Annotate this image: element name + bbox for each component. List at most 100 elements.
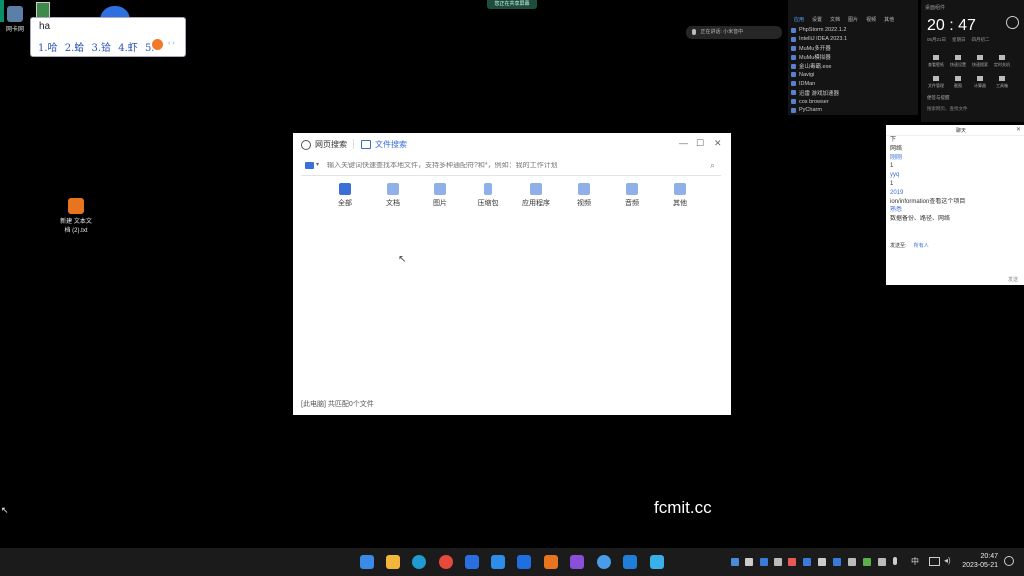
category-docs[interactable]: 文档 xyxy=(373,183,413,208)
desktop-icon-txt[interactable]: 新建 文本文 档 (2).txt xyxy=(56,198,96,234)
feishu-icon[interactable] xyxy=(465,555,479,569)
notification-icon[interactable] xyxy=(1004,556,1014,566)
taskbar-clock[interactable]: 20:47 2023-05-21 xyxy=(962,552,998,570)
language-indicator[interactable]: 中 xyxy=(911,556,919,567)
tab-web-search[interactable]: 网页搜索 xyxy=(301,139,347,150)
search-icon[interactable]: ⌕ xyxy=(710,160,715,171)
network-icon[interactable] xyxy=(929,557,940,566)
shortcut-item[interactable]: 查看壁纸 xyxy=(925,55,947,68)
widget-header: 桌面组件 xyxy=(925,5,946,11)
widget-search-hint[interactable]: 搜索网页、查找文件 xyxy=(921,101,1024,112)
category-all[interactable]: 全部 xyxy=(325,183,365,208)
app-item[interactable]: 金山毒霸.exe xyxy=(791,62,918,71)
chat-input[interactable] xyxy=(890,253,1020,275)
chrome-icon[interactable] xyxy=(439,555,453,569)
shield-icon[interactable] xyxy=(760,558,768,566)
app-item[interactable]: PhpStorm 2022.1.2 xyxy=(791,26,918,35)
app-item[interactable]: MuMu模拟器 xyxy=(791,53,918,62)
category-images[interactable]: 图片 xyxy=(420,183,460,208)
apps-tab[interactable]: 应用 xyxy=(794,16,804,23)
app-item[interactable]: 迅雷 游戏加速器 xyxy=(791,88,918,97)
close-button[interactable]: ✕ xyxy=(714,138,722,149)
tray-icon[interactable] xyxy=(745,558,753,566)
windows-start-icon[interactable] xyxy=(360,555,374,569)
file-explorer-icon[interactable] xyxy=(386,555,400,569)
search-input[interactable] xyxy=(327,162,697,169)
folder-icon xyxy=(674,183,686,195)
shortcut-item[interactable]: 快速搜索 xyxy=(969,55,991,68)
sublime-icon[interactable] xyxy=(544,555,558,569)
music-icon xyxy=(626,183,638,195)
maximize-button[interactable]: ☐ xyxy=(696,138,704,149)
category-other[interactable]: 其他 xyxy=(660,183,700,208)
apps-tab[interactable]: 图片 xyxy=(848,16,858,23)
category-label: 全部 xyxy=(338,200,352,207)
category-label: 应用程序 xyxy=(522,200,550,207)
shortcut-item[interactable]: 快速设置 xyxy=(947,55,969,68)
ime-candidate[interactable]: 1.哈 xyxy=(38,43,58,54)
category-archives[interactable]: 压缩包 xyxy=(468,183,508,208)
apps-tab[interactable]: 文档 xyxy=(830,16,840,23)
tray-icon[interactable] xyxy=(878,558,886,566)
tray-icon[interactable] xyxy=(731,558,739,566)
category-apps[interactable]: 应用程序 xyxy=(516,183,556,208)
shortcut-item[interactable]: 定时关机 xyxy=(991,55,1013,68)
category-videos[interactable]: 视频 xyxy=(564,183,604,208)
apps-panel: 应用 设置 文档 图片 视频 其他 PhpStorm 2022.1.2 Inte… xyxy=(788,0,918,115)
page-arrows-icon[interactable]: ‹ › xyxy=(168,40,175,47)
pycharm-icon[interactable] xyxy=(517,555,531,569)
app-item[interactable]: MuMu多开器 xyxy=(791,44,918,53)
ime-candidate[interactable]: 2.蛤 xyxy=(65,43,85,54)
apps-tab[interactable]: 视频 xyxy=(866,16,876,23)
tab-file-search[interactable]: 文件搜索 xyxy=(361,139,407,150)
chat-line: 网络 xyxy=(890,145,903,152)
chevron-down-icon[interactable]: ▾ xyxy=(316,161,319,168)
close-icon[interactable]: ✕ xyxy=(1016,126,1021,133)
desktop-icon-file[interactable] xyxy=(36,2,50,18)
tray-icon[interactable] xyxy=(803,558,811,566)
apps-tab[interactable]: 其他 xyxy=(884,16,894,23)
app-item[interactable]: PyCharm xyxy=(791,106,918,115)
shortcut-item[interactable]: 计算器 xyxy=(969,76,991,89)
app-icon[interactable] xyxy=(650,555,664,569)
recipient-select[interactable]: 所有人 xyxy=(914,243,929,249)
chat-line: 1 xyxy=(890,163,894,170)
mic-icon[interactable] xyxy=(893,557,897,565)
tray-icon[interactable] xyxy=(788,558,796,566)
shortcut-icon xyxy=(955,55,961,60)
app-item[interactable]: IntelliJ IDEA 2023.1 xyxy=(791,35,918,44)
reminder-link[interactable]: 便签与提醒 xyxy=(921,89,1024,101)
cursor-icon: ↖ xyxy=(1,505,9,515)
emoji-icon[interactable] xyxy=(152,39,163,50)
apps-tab[interactable]: 设置 xyxy=(812,16,822,23)
shortcut-item[interactable]: 截图 xyxy=(947,76,969,89)
shortcut-item[interactable]: 工具箱 xyxy=(991,76,1013,89)
shortcut-item[interactable]: 文件管理 xyxy=(925,76,947,89)
edge-icon[interactable] xyxy=(412,555,426,569)
app-item[interactable]: IDMan xyxy=(791,79,918,88)
volume-icon[interactable]: ◂) xyxy=(944,556,951,565)
send-button[interactable]: 发送 xyxy=(1008,276,1018,283)
tray-icon[interactable] xyxy=(774,558,782,566)
app-icon xyxy=(530,183,542,195)
ime-candidate[interactable]: 3.铪 xyxy=(91,43,111,54)
mumu-icon[interactable] xyxy=(491,555,505,569)
app-label: 金山毒霸.exe xyxy=(799,64,832,70)
chat-line: ion/information查看这个项目 xyxy=(890,198,966,205)
minimize-button[interactable]: — xyxy=(679,138,688,148)
sublime-file-icon xyxy=(68,198,84,214)
chat-line: 下 xyxy=(890,137,897,143)
vscode-icon[interactable] xyxy=(623,555,637,569)
tray-icon[interactable] xyxy=(818,558,826,566)
archive-icon xyxy=(484,183,492,195)
tray-icon[interactable] xyxy=(848,558,856,566)
computer-icon[interactable] xyxy=(305,162,314,169)
clash-icon[interactable] xyxy=(597,555,611,569)
tray-icon[interactable] xyxy=(833,558,841,566)
app-item[interactable]: cos browser xyxy=(791,97,918,106)
ime-candidate[interactable]: 4.虾 xyxy=(118,43,138,54)
app-item[interactable]: Navigi xyxy=(791,70,918,79)
phpstorm-icon[interactable] xyxy=(570,555,584,569)
category-audio[interactable]: 音频 xyxy=(612,183,652,208)
tray-icon[interactable] xyxy=(863,558,871,566)
